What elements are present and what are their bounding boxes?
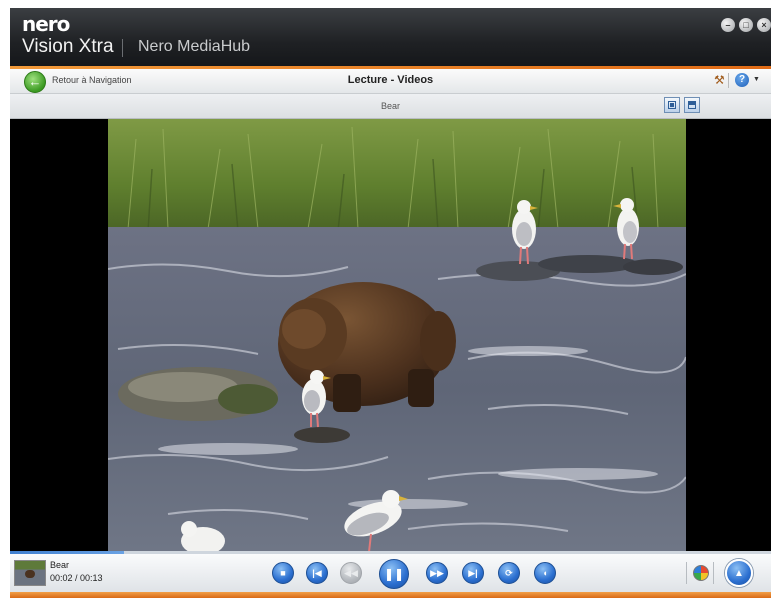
eject-icon[interactable]: ▲ — [725, 559, 753, 587]
fit-window-icon[interactable] — [684, 97, 700, 113]
window-controls: – □ × — [721, 18, 771, 32]
bottom-accent — [10, 592, 771, 598]
repeat-button[interactable]: ⟳ — [498, 562, 520, 584]
nav-divider — [728, 73, 729, 88]
rewind-button[interactable]: ◀◀ — [340, 562, 362, 584]
color-settings-icon[interactable] — [693, 565, 709, 581]
forward-button[interactable]: ▶▶ — [426, 562, 448, 584]
pause-button[interactable]: ❚❚ — [379, 559, 409, 589]
playback-controls: Bear 00:02 / 00:13 ■ |◀ ◀◀ ❚❚ ▶▶ ▶| ⟳ ◖ … — [10, 554, 771, 592]
fast-forward-icon: ▶▶ — [430, 568, 444, 578]
hammer-icon[interactable]: ⚒ — [714, 73, 725, 87]
skip-forward-icon: ▶| — [468, 568, 478, 578]
maximize-icon[interactable]: □ — [739, 18, 753, 32]
skip-back-icon: |◀ — [312, 568, 322, 578]
close-icon[interactable]: × — [757, 18, 771, 32]
video-image — [108, 119, 686, 551]
title-bar: nero Vision Xtra Nero MediaHub – □ × — [10, 8, 771, 66]
navigation-bar: ← Retour à Navigation Lecture - Videos ⚒… — [10, 69, 771, 94]
help-icon[interactable]: ? — [735, 73, 749, 87]
nero-logo: nero — [22, 12, 70, 36]
rewind-icon: ◀◀ — [344, 568, 358, 578]
controls-divider-2 — [713, 562, 714, 584]
chevron-down-icon[interactable]: ▼ — [753, 76, 760, 83]
minimize-icon[interactable]: – — [721, 18, 735, 32]
clip-title: Bear — [50, 560, 70, 570]
video-frame[interactable] — [108, 119, 686, 551]
clip-thumbnail — [14, 560, 46, 586]
title-separator — [122, 39, 123, 57]
stop-icon: ■ — [280, 568, 286, 578]
video-player[interactable] — [10, 119, 771, 551]
product-name: Vision Xtra — [22, 36, 114, 57]
repeat-icon: ⟳ — [505, 568, 513, 578]
pause-icon: ❚❚ — [383, 567, 405, 581]
page-title: Lecture - Videos — [347, 74, 434, 86]
volume-button[interactable]: ◖ — [534, 562, 556, 584]
video-info-bar: Bear — [10, 94, 771, 119]
video-title: Bear — [380, 101, 400, 111]
time-display: 00:02 / 00:13 — [50, 573, 103, 583]
app-name: Nero MediaHub — [138, 38, 251, 55]
controls-divider — [686, 562, 687, 584]
next-button[interactable]: ▶| — [462, 562, 484, 584]
app-window: nero Vision Xtra Nero MediaHub – □ × ← R… — [10, 8, 771, 598]
previous-button[interactable]: |◀ — [306, 562, 328, 584]
volume-icon: ◖ — [542, 568, 548, 578]
stop-button[interactable]: ■ — [272, 562, 294, 584]
fullscreen-icon[interactable] — [664, 97, 680, 113]
